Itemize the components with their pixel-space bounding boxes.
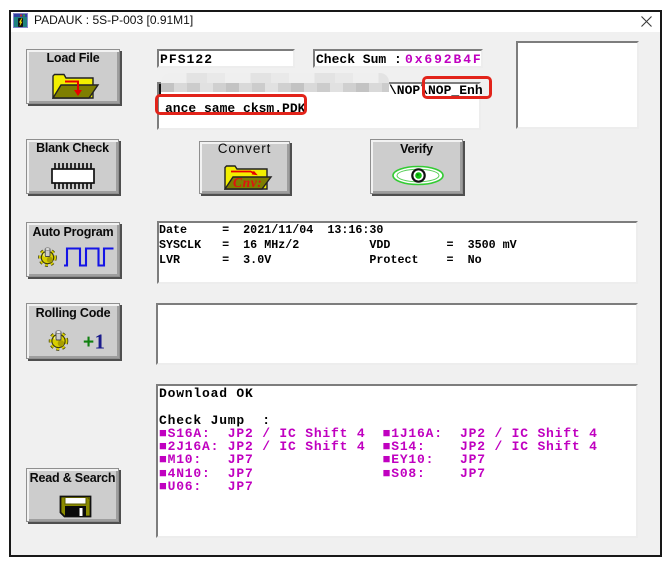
- svg-text:Cnv:: Cnv:: [233, 175, 262, 190]
- svg-text:1: 1: [95, 330, 106, 354]
- svg-text:+: +: [83, 332, 94, 353]
